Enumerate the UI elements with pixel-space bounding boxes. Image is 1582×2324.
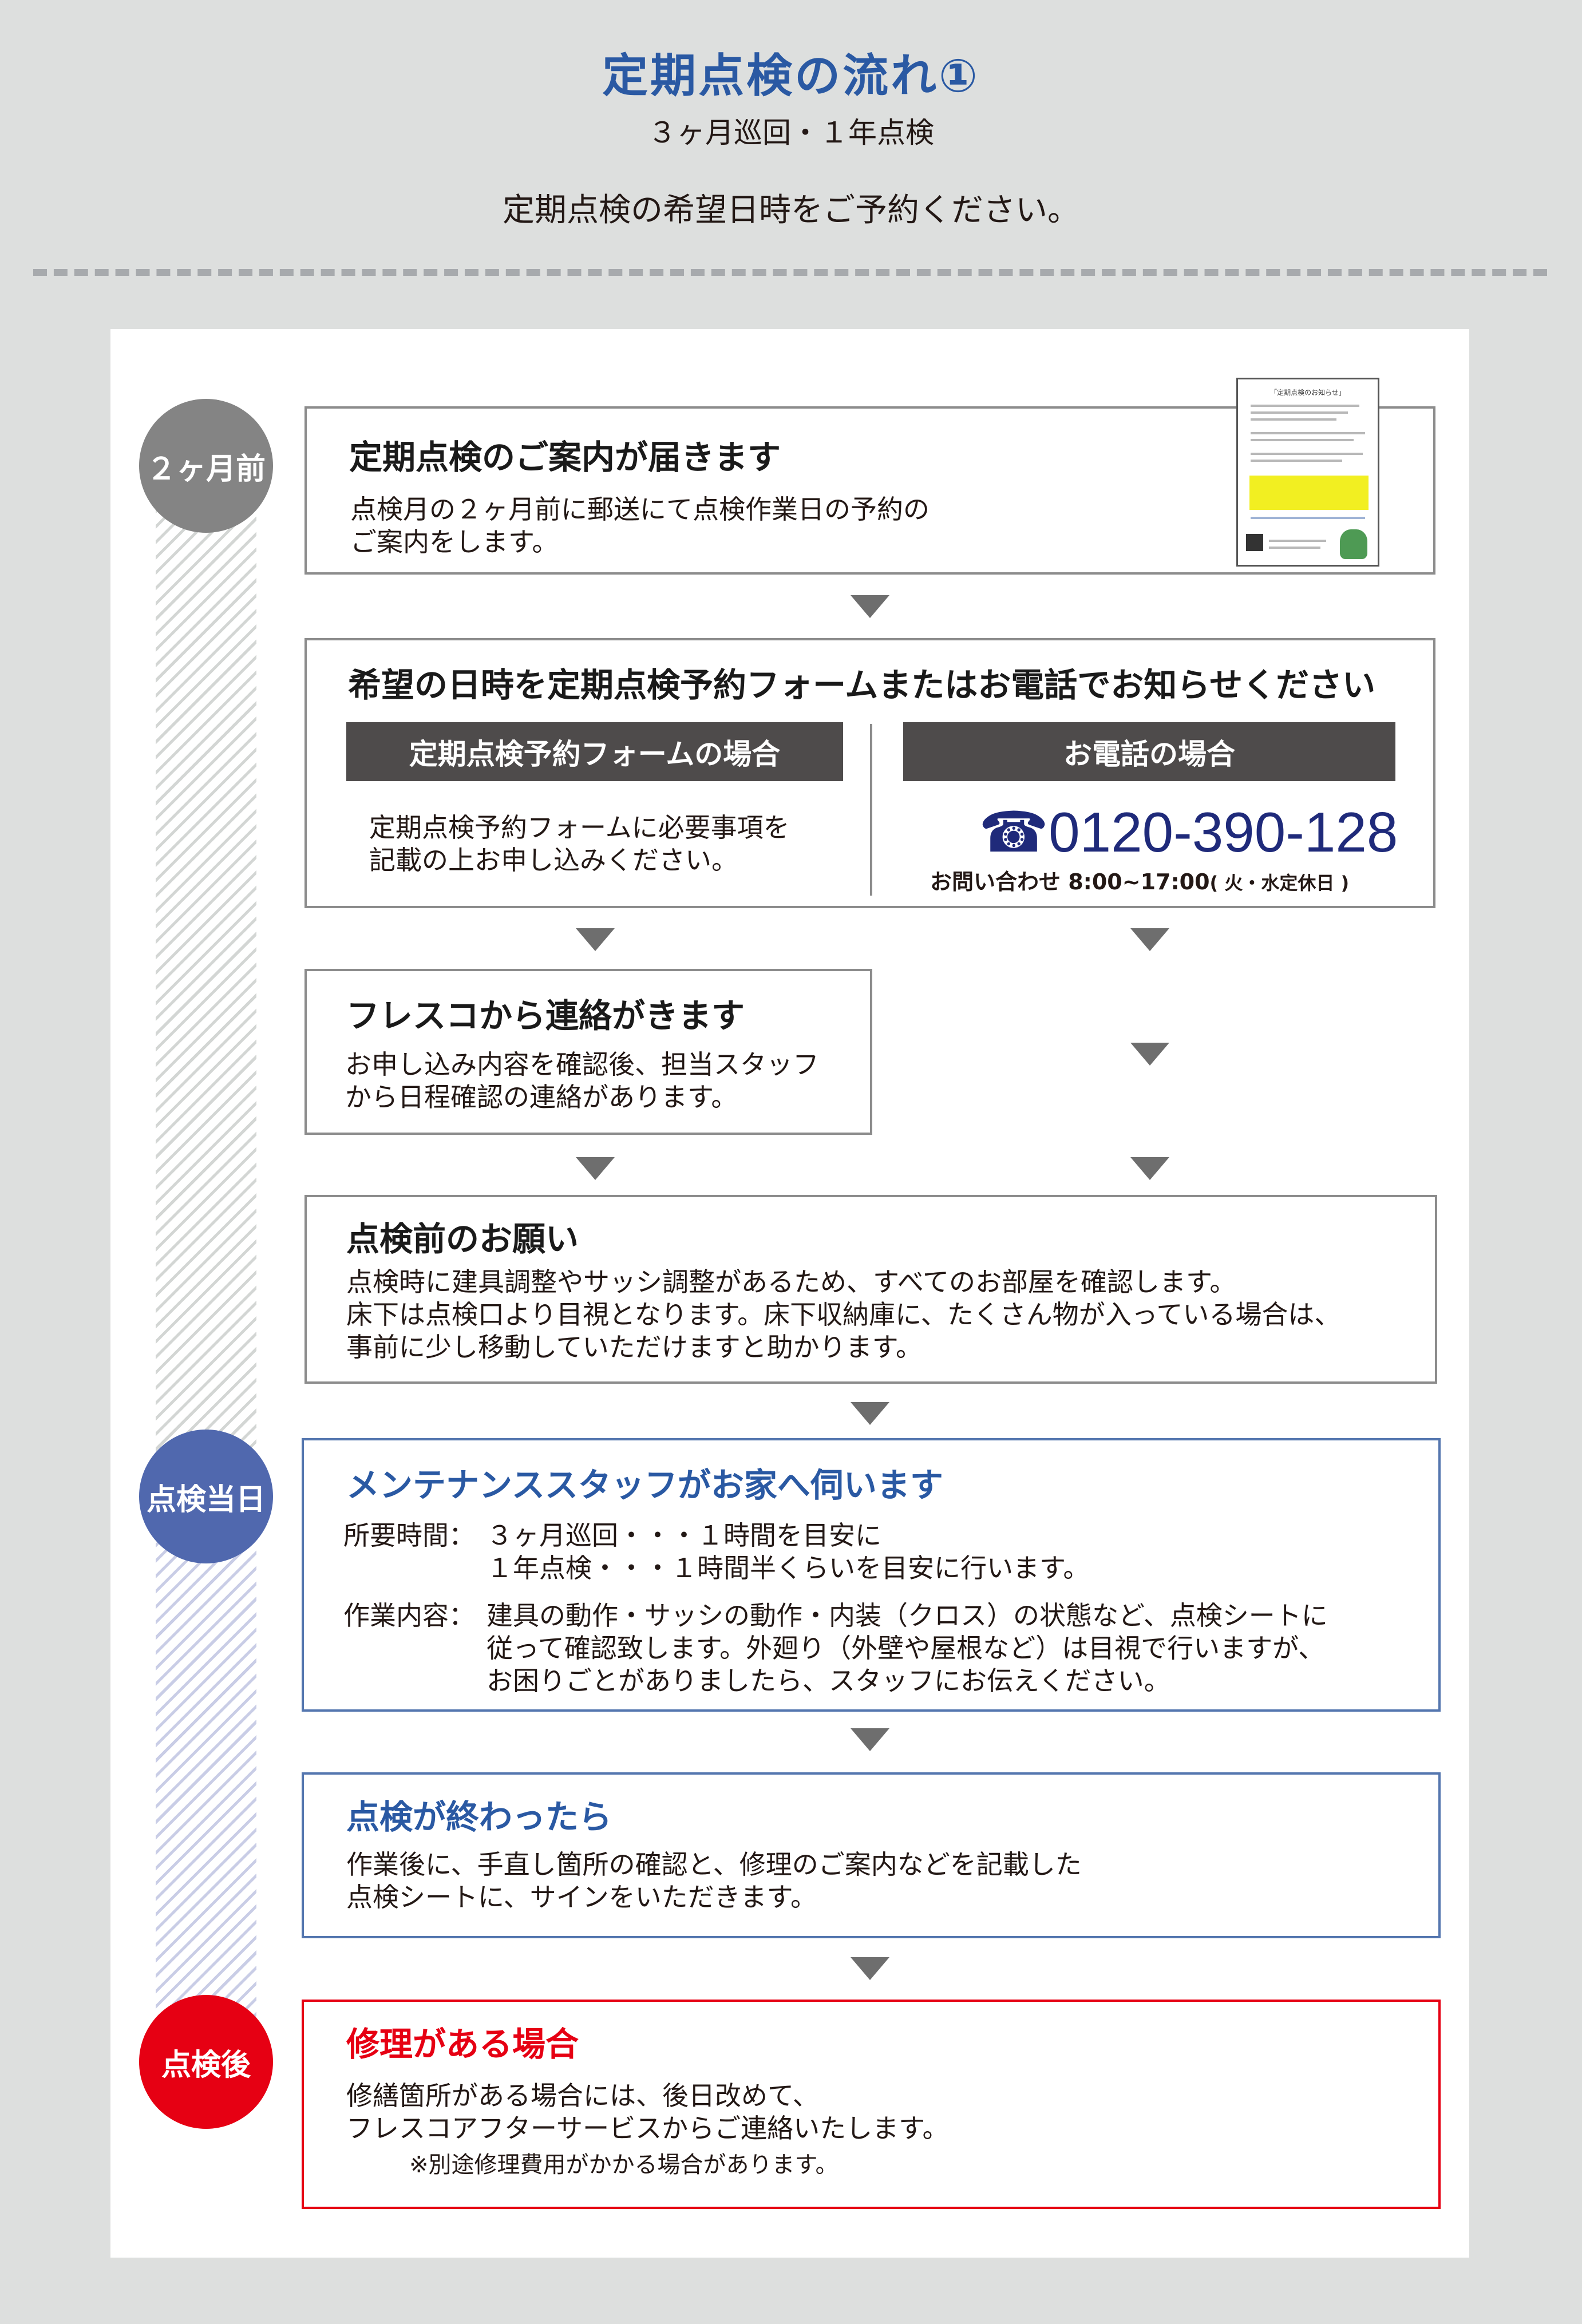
step1-body-line2: ご案内をします。 [350, 526, 559, 557]
form-option-body-line1: 定期点検予約フォームに必要事項を [369, 812, 790, 843]
step7-body-line2: フレスコアフターサービスからご連絡いたします。 [346, 2113, 949, 2144]
page-title: 定期点検の流れ① [602, 49, 980, 102]
step4-body-line1: 点検時に建具調整やサッシ調整があるため、すべてのお部屋を確認します。 [346, 1266, 1236, 1297]
step3-title: フレスコから連絡がきます [346, 996, 745, 1035]
step5-work-line1: 建具の動作・サッシの動作・内装（クロス）の状態など、点検シートに [487, 1600, 1328, 1631]
mascot-icon [1340, 529, 1367, 559]
phone-hours: お問い合わせ 8:00~17:00 [930, 869, 1210, 894]
step5-time-line1: ３ヶ月巡回・・・１時間を目安に [487, 1520, 881, 1551]
step3-body-line2: から日程確認の連絡があります。 [345, 1082, 738, 1112]
form-option-header: 定期点検予約フォームの場合 [346, 722, 843, 781]
step1-body-line1: 点検月の２ヶ月前に郵送にて点検作業日の予約の [350, 494, 930, 525]
telephone-icon: ☎ [979, 801, 1049, 864]
repair-cost-note: ※別途修理費用がかかる場合があります。 [409, 2152, 839, 2178]
stage-day-badge: 点検当日 [139, 1430, 273, 1563]
flow-arrow-down-icon [851, 595, 889, 618]
step5-work-line2: 従って確認致します。外廻り（外壁や屋根など）は目視で行いますが、 [487, 1633, 1325, 1664]
step4-body-line2: 床下は点検口より目視となります。床下収納庫に、たくさん物が入っている場合は、 [346, 1299, 1341, 1330]
phone-number-row: ☎0120-390-128 [979, 800, 1398, 865]
step5-title: メンテナンススタッフがお家へ伺います [346, 1466, 943, 1505]
flow-arrow-down-icon [851, 1957, 889, 1980]
step5-time-line2: １年点検・・・１時間半くらいを目安に行います。 [487, 1553, 1090, 1583]
flow-arrow-down-icon [851, 1728, 889, 1751]
notice-document-title: 「定期点検のお知らせ」 [1270, 389, 1346, 397]
timeline-rail-before [156, 452, 256, 1474]
dashed-divider [33, 269, 1547, 276]
flow-arrow-down-icon [1130, 1157, 1169, 1180]
flow-arrow-down-icon [1130, 928, 1169, 951]
lead-text: 定期点検の希望日時をご予約ください。 [503, 192, 1079, 229]
phone-hours-row: お問い合わせ 8:00~17:00( 火・水定休日 ) [930, 864, 1349, 896]
step7-body-line1: 修繕箇所がある場合には、後日改めて、 [346, 2080, 819, 2111]
step3-body-line1: お申し込み内容を確認後、担当スタッフ [345, 1049, 819, 1080]
form-option-body-line2: 記載の上お申し込みください。 [369, 845, 738, 876]
stage-before-badge: ２ヶ月前 [139, 399, 273, 533]
step5-time-label: 所要時間： [343, 1520, 475, 1551]
step6-body-line2: 点検シートに、サインをいただきます。 [346, 1882, 817, 1913]
flow-arrow-down-icon [851, 1402, 889, 1425]
flow-arrow-down-icon [1130, 1043, 1169, 1066]
flow-arrow-down-icon [576, 928, 615, 951]
option-divider [870, 724, 872, 896]
page-subtitle: ３ヶ月巡回・１年点検 [648, 116, 934, 149]
step4-title: 点検前のお願い [346, 1220, 579, 1258]
step7-title: 修理がある場合 [346, 2025, 579, 2064]
phone-number[interactable]: 0120-390-128 [1049, 801, 1398, 864]
step1-title: 定期点検のご案内が届きます [349, 438, 781, 477]
step2-title: 希望の日時を定期点検予約フォームまたはお電話でお知らせください [348, 666, 1376, 704]
notice-document-thumbnail: 「定期点検のお知らせ」 [1236, 378, 1379, 567]
step6-title: 点検が終わったら [346, 1798, 612, 1836]
stage-after-badge: 点検後 [139, 1995, 273, 2129]
step4-body-line3: 事前に少し移動していただけますと助かります。 [346, 1332, 923, 1363]
flow-arrow-down-icon [576, 1157, 615, 1180]
step6-body-line1: 作業後に、手直し箇所の確認と、修理のご案内などを記載した [346, 1849, 1082, 1880]
phone-option-header: お電話の場合 [903, 722, 1395, 781]
step5-work-label: 作業内容： [343, 1600, 475, 1631]
phone-closed-days: ( 火・水定休日 ) [1209, 872, 1350, 894]
step5-work-line3: お困りごとがありましたら、スタッフにお伝えください。 [487, 1665, 1170, 1696]
